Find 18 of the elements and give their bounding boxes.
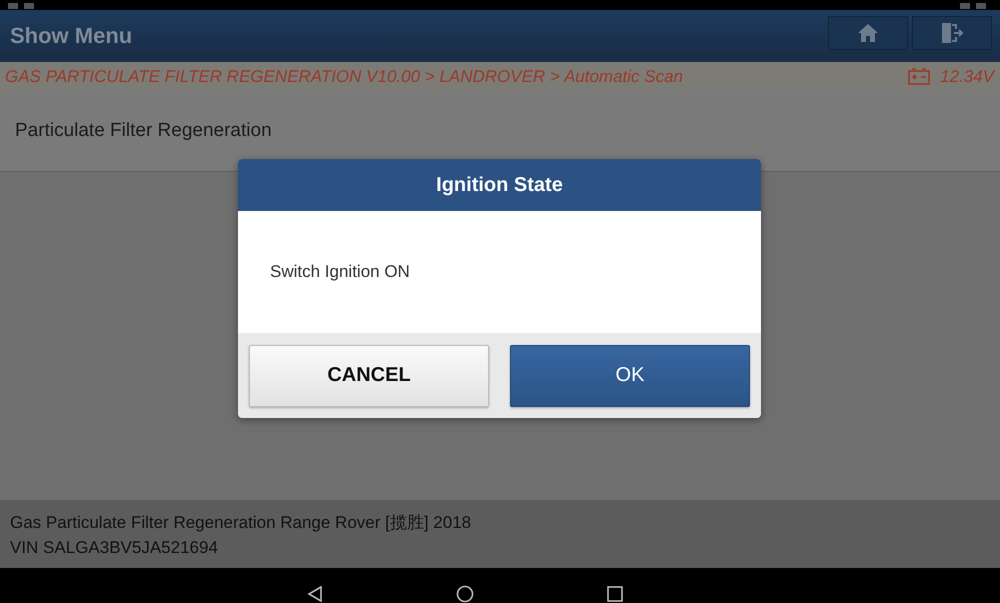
voltage-reading: 12.34V xyxy=(940,66,994,86)
vehicle-info: Gas Particulate Filter Regeneration Range Rover [揽胜] 2018 xyxy=(10,512,472,534)
dialog-message: Switch Ignition ON xyxy=(270,262,410,282)
battery-icon xyxy=(908,68,930,85)
menu-item[interactable]: Particulate Filter Regeneration xyxy=(0,91,1000,172)
breadcrumb-path: GAS PARTICULATE FILTER REGENERATION V10.00 > LANDROVER > Automatic Scan xyxy=(5,66,684,86)
exit-icon xyxy=(940,22,964,44)
cancel-button[interactable]: CANCEL xyxy=(249,344,489,406)
back-icon[interactable] xyxy=(306,585,324,603)
ok-button[interactable]: OK xyxy=(510,344,750,406)
home-icon xyxy=(857,23,879,43)
dialog-title: Ignition State xyxy=(436,174,563,196)
page-title: Show Menu xyxy=(10,23,132,49)
vehicle-info: VIN SALGA3BV5JA521694 xyxy=(10,538,219,558)
home-button[interactable] xyxy=(828,16,908,50)
exit-button[interactable] xyxy=(912,16,992,50)
recents-icon[interactable] xyxy=(606,585,624,603)
home-circle-icon[interactable] xyxy=(456,585,474,603)
